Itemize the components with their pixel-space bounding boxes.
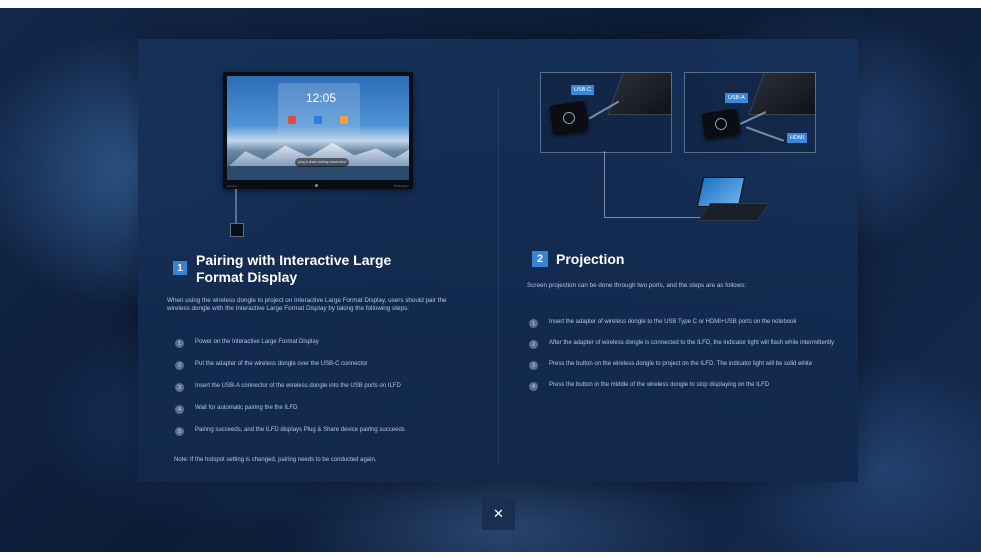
pairing-title: Pairing with Interactive Large Format Di… [196, 252, 392, 285]
projection-steps: 1 Insert the adapter of wireless dongle t… [529, 319, 849, 404]
tv-screen: 12:05 plug & share pairing succeeded [227, 76, 409, 180]
step-number: 2 [175, 361, 184, 370]
hdmi-connector [745, 126, 785, 142]
step-number: 3 [529, 361, 538, 370]
list-item: 3 Press the button on the wireless dongle… [529, 361, 849, 370]
tv-sensor [315, 184, 318, 187]
step-text: Insert the USB-A connector of the wirele… [195, 383, 401, 389]
pairing-toast-text: plug & share pairing succeeded [298, 160, 346, 164]
step-text: Wait for automatic pairing the the ILFD [195, 405, 298, 411]
list-item: 3 Insert the USB-A connector of the wirel… [175, 383, 485, 392]
step-text: Power on the Interactive Large Format Di… [195, 339, 319, 345]
step-number: 1 [175, 339, 184, 348]
app-icon [340, 116, 348, 124]
step-text: After the adapter of wireless dongle is … [549, 340, 835, 346]
connection-line [604, 151, 605, 217]
step-number: 5 [175, 427, 184, 436]
home-widget: 12:05 [278, 83, 360, 137]
list-item: 2 After the adapter of wireless dongle is… [529, 340, 849, 349]
step-text: Press the button in the middle of the wi… [549, 382, 770, 388]
list-item: 2 Put the adapter of the wireless dongle … [175, 361, 485, 370]
list-item: 5 Pairing succeeds, and the ILFD displays… [175, 427, 485, 436]
step-number: 2 [529, 340, 538, 349]
close-button[interactable]: ✕ [482, 497, 515, 530]
step-text: Insert the adapter of wireless dongle to… [549, 319, 797, 325]
pairing-toast: plug & share pairing succeeded [295, 158, 349, 167]
dongle [701, 108, 741, 140]
close-icon: ✕ [493, 505, 504, 521]
usbc-connection-illustration: USB-C [540, 72, 672, 153]
guide-dialog: 12:05 plug & share pairing succeeded Len… [138, 39, 858, 482]
step-number: 4 [175, 405, 184, 414]
notebook-illustration [696, 174, 771, 226]
app-icon [314, 116, 322, 124]
step-number: 4 [529, 382, 538, 391]
tv-model: ThinkVision [393, 184, 409, 188]
laptop-corner [607, 73, 671, 115]
app-icons [288, 116, 348, 124]
projection-intro: Screen projection can be done through tw… [527, 282, 747, 289]
dongle-button [714, 117, 728, 131]
list-item: 4 Wait for automatic pairing the the ILFD [175, 405, 485, 414]
pairing-note: Note: If the hotspot setting is changed,… [174, 457, 377, 463]
step-text: Put the adapter of the wireless dongle o… [195, 361, 368, 367]
bottom-edge [0, 552, 981, 557]
usba-hdmi-connection-illustration: USB-A HDMI [684, 72, 816, 153]
column-divider [498, 87, 499, 467]
step-text: Pairing succeeds, and the ILFD displays … [195, 427, 405, 433]
list-item: 1 Insert the adapter of wireless dongle t… [529, 319, 849, 328]
step-badge-2: 2 [532, 251, 548, 267]
usbc-label: USB-C [571, 85, 595, 95]
tv-brand: Lenovo [227, 184, 237, 188]
pairing-steps: 1 Power on the Interactive Large Format D… [175, 339, 485, 449]
list-item: 4 Press the button in the middle of the w… [529, 382, 849, 391]
step-badge-1: 1 [173, 261, 187, 275]
dongle [549, 100, 589, 136]
laptop-corner [748, 73, 815, 115]
dongle-cable [235, 189, 237, 223]
dongle-button [562, 111, 576, 125]
usba-label: USB-A [725, 93, 748, 103]
projection-title: Projection [556, 251, 625, 267]
step-number: 1 [529, 319, 538, 328]
step-number: 3 [175, 383, 184, 392]
pairing-intro: When using the wireless dongle to projec… [167, 297, 447, 312]
list-item: 1 Power on the Interactive Large Format D… [175, 339, 485, 348]
app-icon [288, 116, 296, 124]
ilfd-illustration: 12:05 plug & share pairing succeeded Len… [223, 72, 413, 189]
wallpaper-water [227, 166, 409, 180]
step-text: Press the button on the wireless dongle … [549, 361, 813, 367]
connection-line [604, 217, 702, 218]
dongle-icon [230, 223, 244, 237]
clock-text: 12:05 [306, 91, 337, 105]
hdmi-label: HDMI [787, 133, 808, 143]
notebook-base [697, 203, 771, 221]
top-edge [0, 0, 981, 8]
